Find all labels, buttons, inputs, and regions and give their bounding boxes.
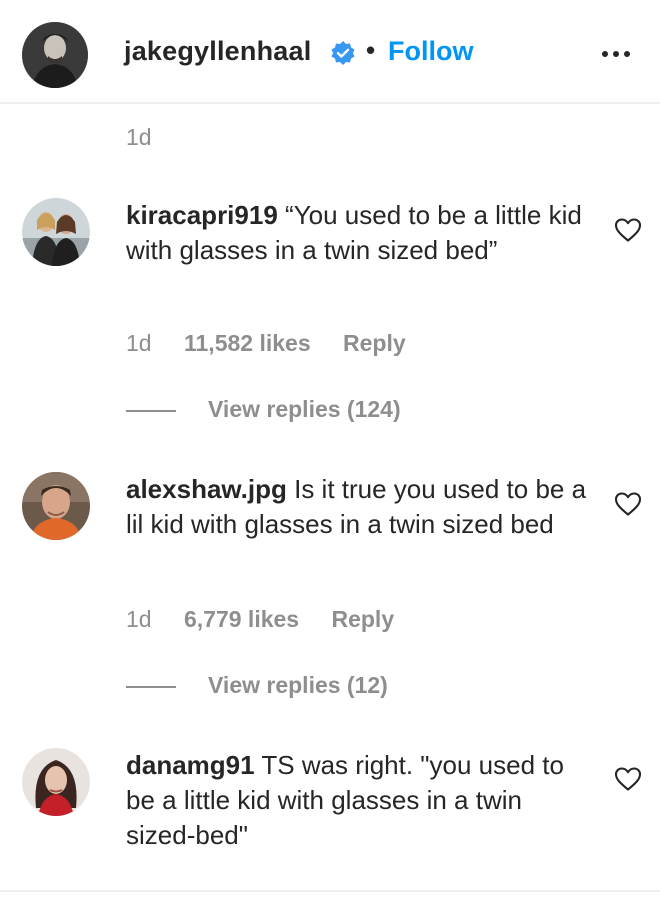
avatar-photo	[22, 748, 90, 816]
avatar-photo	[22, 472, 90, 540]
comment-body: danamg91 TS was right. "you used to be a…	[126, 748, 596, 853]
avatar[interactable]	[22, 22, 88, 88]
view-replies-button[interactable]: View replies (12)	[126, 672, 388, 702]
avatar-photo	[22, 22, 88, 88]
comment-username[interactable]: kiracapri919	[126, 200, 278, 230]
avatar-photo	[22, 198, 90, 266]
comment-timestamp: 1d	[126, 606, 152, 632]
comment-timestamp: 1d	[126, 330, 152, 356]
view-replies-button[interactable]: View replies (124)	[126, 396, 401, 426]
avatar[interactable]	[22, 748, 90, 816]
comment-body: alexshaw.jpg Is it true you used to be a…	[126, 472, 596, 542]
heart-icon[interactable]	[614, 766, 642, 792]
comment-meta: 1d 11,582 likes Reply	[126, 330, 432, 357]
reply-button[interactable]: Reply	[331, 606, 394, 632]
comment-meta: 1d 6,779 likes Reply	[126, 606, 420, 633]
view-replies-label: View replies (124)	[208, 396, 401, 422]
avatar[interactable]	[22, 472, 90, 540]
comment-likes[interactable]: 11,582 likes	[184, 330, 311, 356]
previous-comment-timestamp: 1d	[126, 124, 152, 150]
comment-body: kiracapri919 “You used to be a little ki…	[126, 198, 596, 268]
heart-icon[interactable]	[614, 491, 642, 517]
comment-likes[interactable]: 6,779 likes	[184, 606, 299, 632]
follow-button[interactable]: Follow	[388, 36, 473, 67]
heart-icon[interactable]	[614, 217, 642, 243]
avatar[interactable]	[22, 198, 90, 266]
more-options-icon[interactable]	[598, 40, 634, 68]
verified-badge-icon	[331, 41, 355, 65]
post-header: jakegyllenhaal • Follow	[0, 0, 660, 104]
view-replies-line	[126, 685, 176, 688]
post-author-username[interactable]: jakegyllenhaal	[124, 36, 311, 67]
view-replies-label: View replies (12)	[208, 672, 388, 698]
view-replies-line	[126, 409, 176, 412]
comment-username[interactable]: danamg91	[126, 750, 255, 780]
section-divider	[0, 890, 660, 892]
reply-button[interactable]: Reply	[343, 330, 406, 356]
comment-username[interactable]: alexshaw.jpg	[126, 474, 287, 504]
separator-dot: •	[366, 35, 376, 65]
